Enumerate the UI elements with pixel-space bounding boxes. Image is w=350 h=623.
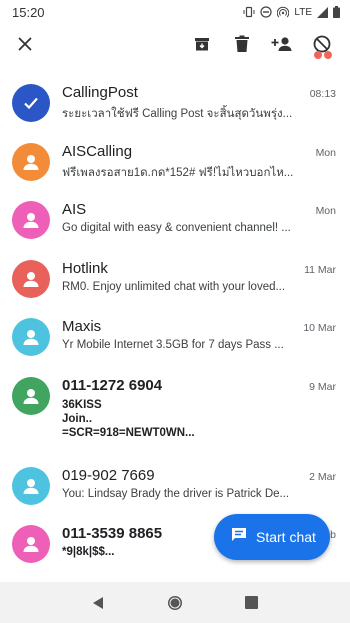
status-bar: 15:20 LTE	[0, 0, 350, 24]
selected-check-icon[interactable]	[12, 84, 50, 122]
conversation-header: Maxis 10 Mar	[62, 318, 336, 335]
archive-icon[interactable]	[182, 24, 222, 64]
avatar[interactable]	[12, 376, 50, 415]
add-contact-icon[interactable]	[262, 24, 302, 64]
hotspot-icon	[277, 6, 290, 18]
conversation-content: Hotlink 11 Mar RM0. Enjoy unlimited chat w…	[62, 256, 336, 293]
conversation-row[interactable]: 019-902 7669 2 Mar You: Lindsay Brady the …	[0, 453, 350, 512]
avatar[interactable]	[12, 142, 50, 181]
conversation-content: CallingPost 08:13 ระยะเวลาใช้ฟรี Calling P…	[62, 80, 336, 123]
conversation-date: 08:13	[309, 88, 336, 100]
snippet-line: 36KISS	[62, 398, 102, 411]
recents-icon[interactable]	[240, 591, 264, 615]
conversation-header: CallingPost 08:13	[62, 84, 336, 101]
conversation-header: 011-1272 6904 9 Mar	[62, 377, 336, 394]
check-icon	[24, 97, 38, 110]
back-icon[interactable]	[86, 591, 110, 615]
message-snippet: You: Lindsay Brady the driver is Patrick…	[62, 487, 290, 500]
contact-name: Maxis	[62, 318, 102, 335]
chat-icon	[230, 526, 248, 549]
contact-name: CallingPost	[62, 84, 138, 101]
person-icon	[23, 330, 39, 345]
conversation-header: AIS Mon	[62, 201, 336, 218]
system-nav-bar	[0, 582, 350, 623]
conversation-content: Maxis 10 Mar Yr Mobile Internet 3.5GB for …	[62, 314, 336, 351]
block-icon[interactable]	[302, 24, 342, 64]
conversation-content: 011-1272 6904 9 Mar 36KISS Join.. =SCR=918=N…	[62, 373, 336, 440]
person-icon	[23, 537, 39, 552]
person-icon	[23, 271, 39, 287]
person-icon	[23, 478, 39, 494]
signal-icon	[317, 6, 328, 18]
avatar[interactable]	[12, 525, 50, 563]
network-label: LTE	[294, 6, 312, 18]
start-chat-label: Start chat	[256, 529, 316, 545]
conversation-content: AIS Mon Go digital with easy & convenient …	[62, 197, 336, 234]
avatar[interactable]	[12, 259, 50, 298]
conversation-date: 2 Mar	[309, 470, 336, 483]
conversation-content: AISCalling Mon ฟรีเพลงรอสาย1ด.กด*152# ฟรี!…	[62, 139, 336, 182]
status-icons: LTE	[243, 6, 340, 18]
conversation-row[interactable]: 011-6515 858827 Feb	[0, 570, 350, 583]
conversation-date: 9 Mar	[309, 380, 336, 393]
close-icon[interactable]	[14, 33, 36, 55]
start-chat-button[interactable]: Start chat	[214, 514, 330, 560]
conversation-row[interactable]: CallingPost 08:13 ระยะเวลาใช้ฟรี Calling P…	[0, 70, 350, 129]
message-snippet: Yr Mobile Internet 3.5GB for 7 days Pass…	[62, 339, 284, 351]
message-snippet: 36KISS Join.. =SCR=918=NEWT0WN...	[62, 398, 336, 440]
avatar[interactable]	[12, 466, 50, 505]
avatar[interactable]	[12, 318, 50, 356]
conversation-date: 11 Mar	[304, 263, 336, 276]
contact-name: 011-3539 8865	[62, 525, 163, 542]
conversation-list[interactable]: CallingPost 08:13 ระยะเวลาใช้ฟรี Calling P…	[0, 70, 350, 582]
conversation-header: AISCalling Mon	[62, 143, 336, 160]
conversation-row[interactable]: AISCalling Mon ฟรีเพลงรอสาย1ด.กด*152# ฟรี!…	[0, 129, 350, 188]
contact-name: AISCalling	[62, 142, 133, 160]
touch-indicator-dots	[314, 51, 332, 59]
snippet-line: Join..	[62, 412, 93, 425]
conversation-row[interactable]: AIS Mon Go digital with easy & convenient …	[0, 187, 350, 246]
conversation-header: 019-902 7669 2 Mar	[62, 467, 336, 484]
person-icon	[23, 213, 39, 228]
conversation-row[interactable]: Hotlink 11 Mar RM0. Enjoy unlimited chat w…	[0, 246, 350, 305]
delete-icon[interactable]	[222, 24, 262, 64]
contact-name: 011-1272 6904	[62, 376, 163, 394]
battery-icon	[333, 6, 340, 18]
home-icon[interactable]	[163, 591, 187, 615]
conversation-row[interactable]: Maxis 10 Mar Yr Mobile Internet 3.5GB for …	[0, 304, 350, 363]
message-snippet: RM0. Enjoy unlimited chat with your love…	[62, 280, 286, 293]
selection-toolbar	[0, 24, 350, 64]
conversation-date: Mon	[315, 146, 336, 159]
person-icon	[23, 388, 39, 404]
contact-name: Hotlink	[62, 259, 108, 277]
conversation-header: Hotlink 11 Mar	[62, 260, 336, 277]
conversation-content: 019-902 7669 2 Mar You: Lindsay Brady the …	[62, 463, 336, 500]
snippet-line: =SCR=918=NEWT0WN...	[62, 426, 195, 439]
conversation-date: Mon	[315, 205, 336, 217]
message-snippet: ฟรีเพลงรอสาย1ด.กด*152# ฟรี!ไม่ไหวบอกไห..…	[62, 166, 294, 179]
status-time: 15:20	[12, 4, 45, 20]
dnd-icon	[260, 6, 272, 18]
contact-name: AIS	[62, 201, 87, 218]
conversation-date: 10 Mar	[303, 322, 336, 334]
contact-name: 019-902 7669	[62, 466, 155, 484]
person-icon	[23, 154, 39, 170]
conversation-row[interactable]: 011-1272 6904 9 Mar 36KISS Join.. =SCR=918=N…	[0, 363, 350, 453]
avatar[interactable]	[12, 201, 50, 239]
vibrate-icon	[243, 6, 255, 18]
message-snippet: ระยะเวลาใช้ฟรี Calling Post จะสิ้นสุดวัน…	[62, 108, 293, 120]
message-snippet: Go digital with easy & convenient channe…	[62, 222, 291, 234]
